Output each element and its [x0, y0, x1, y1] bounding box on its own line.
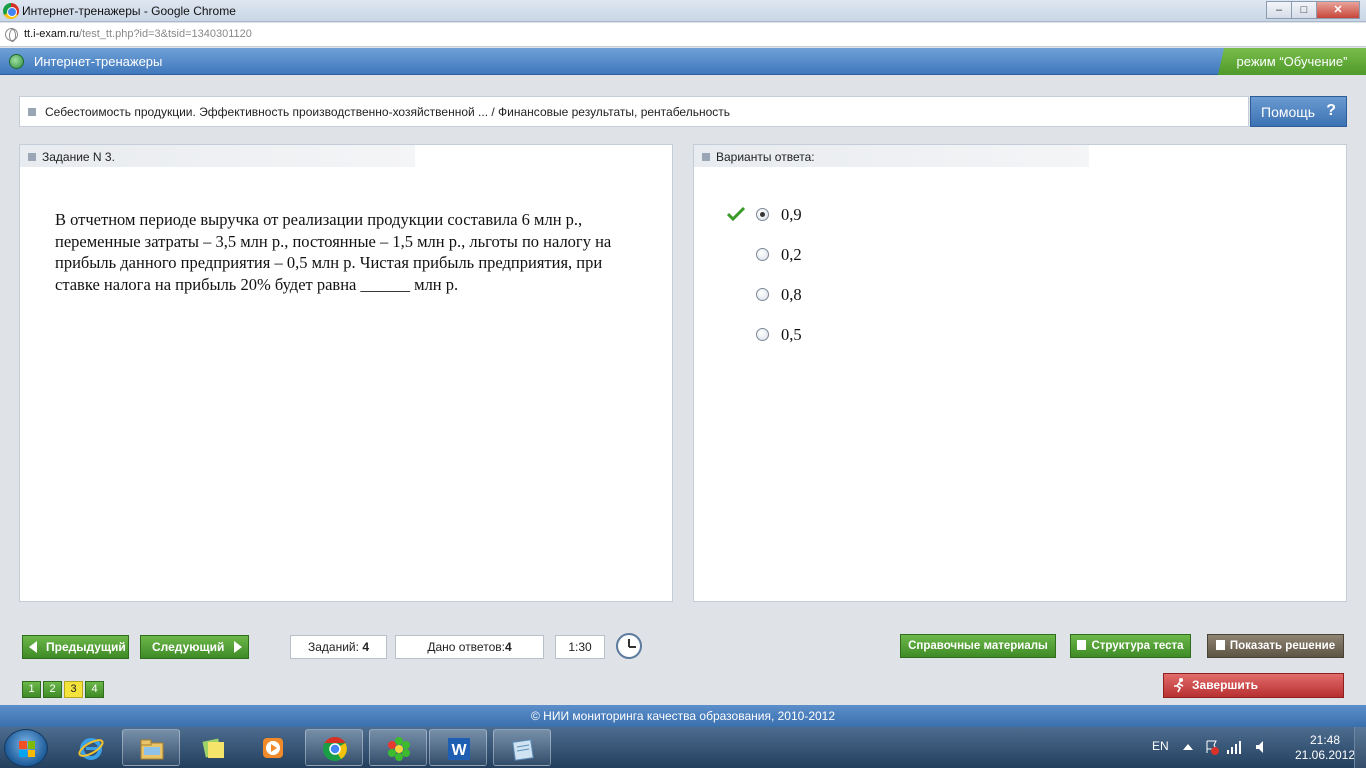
svg-text:W: W	[451, 742, 467, 759]
page-button-1[interactable]: 1	[22, 681, 41, 698]
help-button[interactable]: Помощь ?	[1250, 96, 1347, 127]
action-center-icon[interactable]	[1204, 739, 1220, 755]
answers-count-value: 4	[504, 640, 512, 654]
tasks-count-value: 4	[362, 640, 369, 654]
minimize-button[interactable]: –	[1266, 1, 1292, 19]
taskbar-clock[interactable]: 21:48 21.06.2012	[1294, 733, 1356, 763]
radio-button[interactable]	[756, 328, 769, 341]
mode-badge: режим “Обучение”	[1218, 48, 1366, 75]
show-solution-label: Показать решение	[1229, 640, 1336, 652]
reference-materials-button[interactable]: Справочные материалы	[900, 634, 1056, 658]
clock-icon	[616, 633, 642, 659]
question-mark-icon: ?	[1326, 102, 1336, 119]
address-bar[interactable]: tt.i-exam.ru/test_tt.php?id=3&tsid=13403…	[0, 23, 1366, 47]
notepad-icon[interactable]	[493, 729, 551, 766]
prev-button[interactable]: Предыдущий	[22, 635, 129, 659]
app-logo-icon	[9, 54, 24, 69]
app-title: Интернет-тренажеры	[34, 54, 163, 69]
bullet-icon	[702, 153, 710, 161]
answers-title: Варианты ответа:	[716, 150, 815, 164]
task-panel-header: Задание N 3.	[20, 145, 415, 167]
answer-value: 0,5	[781, 325, 802, 344]
list-icon	[1077, 640, 1087, 650]
window-controls: – □ ✕	[1266, 1, 1360, 19]
sticky-notes-icon[interactable]	[184, 729, 242, 766]
arrow-right-icon	[234, 641, 242, 653]
volume-icon[interactable]	[1254, 739, 1270, 755]
language-indicator[interactable]: EN	[1152, 739, 1169, 753]
breadcrumb-text: Себестоимость продукции. Эффективность п…	[45, 105, 731, 119]
book-icon	[1215, 640, 1225, 650]
answers-count: Дано ответов:4	[395, 635, 544, 659]
show-hidden-icons-icon[interactable]	[1183, 744, 1193, 750]
bullet-icon	[28, 108, 36, 116]
timer: 1:30	[555, 635, 605, 659]
page-button-4[interactable]: 4	[85, 681, 104, 698]
answer-value: 0,8	[781, 285, 802, 304]
running-man-icon	[1174, 678, 1184, 693]
network-icon[interactable]	[1226, 739, 1242, 755]
windows-logo-icon	[19, 741, 35, 757]
url-text[interactable]: tt.i-exam.ru/test_tt.php?id=3&tsid=13403…	[24, 28, 252, 40]
clock-time: 21:48	[1309, 733, 1341, 747]
start-button[interactable]	[4, 729, 48, 767]
arrow-left-icon	[29, 641, 37, 653]
window-titlebar: Интернет-тренажеры - Google Chrome – □ ✕	[0, 0, 1366, 22]
correct-check-icon	[727, 207, 745, 221]
breadcrumb: Себестоимость продукции. Эффективность п…	[19, 96, 1249, 127]
footer: © НИИ мониторинга качества образования, …	[0, 705, 1366, 727]
answer-value: 0,2	[781, 245, 802, 264]
page-button-2[interactable]: 2	[43, 681, 62, 698]
question-text: В отчетном периоде выручка от реализации…	[55, 210, 612, 294]
next-button[interactable]: Следующий	[140, 635, 249, 659]
task-panel: Задание N 3. В отчетном периоде выручка …	[19, 144, 673, 602]
word-icon[interactable]: W	[429, 729, 487, 766]
media-player-icon[interactable]	[244, 729, 302, 766]
answers-count-label: Дано ответов:	[427, 640, 505, 654]
answers-panel-header: Варианты ответа:	[694, 145, 1089, 167]
tasks-count-label: Заданий:	[308, 640, 359, 654]
window-title: Интернет-тренажеры - Google Chrome	[22, 4, 236, 18]
taskbar: W EN 21:48 21.06.2012	[0, 727, 1366, 768]
help-label: Помощь	[1261, 104, 1316, 120]
internet-explorer-icon[interactable]	[62, 729, 120, 766]
clock-date: 21.06.2012	[1294, 748, 1356, 762]
chrome-logo-icon	[3, 3, 19, 19]
test-structure-label: Структура теста	[1091, 640, 1184, 652]
next-label: Следующий	[152, 640, 225, 654]
chrome-icon[interactable]	[305, 729, 363, 766]
maximize-button[interactable]: □	[1291, 1, 1317, 19]
show-solution-button[interactable]: Показать решение	[1207, 634, 1344, 658]
icq-icon[interactable]	[369, 729, 427, 766]
tasks-count: Заданий: 4	[290, 635, 387, 659]
file-explorer-icon[interactable]	[122, 729, 180, 766]
radio-button[interactable]	[756, 288, 769, 301]
app-header: Интернет-тренажеры режим “Обучение”	[0, 48, 1366, 75]
test-structure-button[interactable]: Структура теста	[1070, 634, 1191, 658]
url-host: tt.i-exam.ru	[24, 28, 80, 40]
answer-value: 0,9	[781, 205, 802, 224]
task-title: Задание N 3.	[42, 150, 115, 164]
page-button-3[interactable]: 3	[64, 681, 83, 698]
page-info-icon[interactable]	[5, 28, 18, 42]
show-desktop-button[interactable]	[1354, 727, 1366, 768]
answers-panel: Варианты ответа: 0,9 0,2 0,8 0,5	[693, 144, 1347, 602]
finish-test-button[interactable]: Завершить тестирование	[1163, 673, 1344, 715]
prev-label: Предыдущий	[46, 640, 126, 654]
radio-button[interactable]	[756, 248, 769, 261]
close-button[interactable]: ✕	[1316, 1, 1360, 19]
bullet-icon	[28, 153, 36, 161]
radio-button-selected[interactable]	[756, 208, 769, 221]
url-path: /test_tt.php?id=3&tsid=1340301120	[79, 28, 252, 40]
